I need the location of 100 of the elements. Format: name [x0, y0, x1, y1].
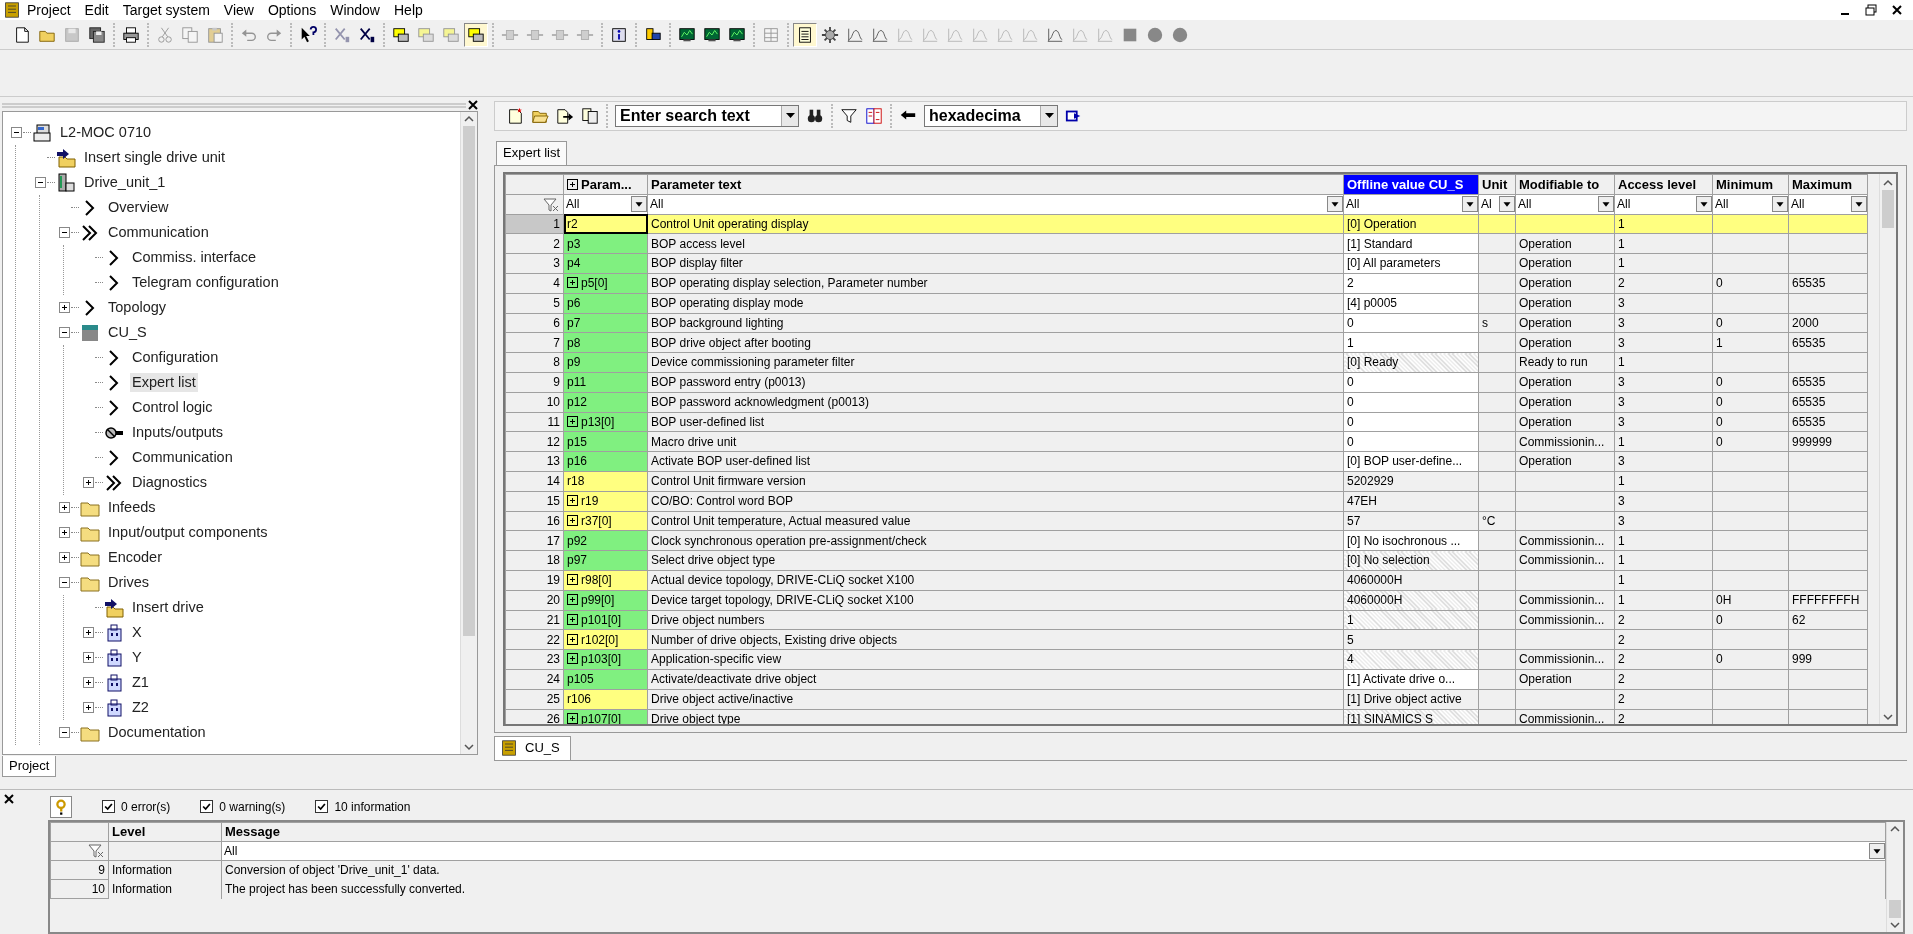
menu-item[interactable]: Edit — [77, 1, 116, 19]
collapse-icon[interactable] — [58, 327, 70, 338]
tree-item[interactable]: Configuration — [130, 347, 221, 368]
expand-icon[interactable] — [567, 633, 578, 645]
scrollbar-thumb[interactable] — [463, 126, 475, 636]
tree-item[interactable]: Topology — [106, 297, 169, 318]
collapse-icon[interactable] — [58, 577, 70, 588]
expand-icon[interactable] — [82, 702, 94, 713]
tree-item[interactable]: Inputs/outputs — [130, 422, 226, 443]
dropdown-icon[interactable] — [1851, 196, 1867, 213]
column-header[interactable]: Offline value CU_S — [1343, 174, 1479, 195]
tree-item[interactable]: X — [130, 622, 144, 643]
close-icon[interactable] — [468, 100, 478, 110]
menu-item[interactable]: Window — [323, 1, 387, 19]
expand-icon[interactable] — [567, 613, 578, 625]
expand-icon[interactable] — [567, 593, 578, 605]
expand-icon[interactable] — [567, 574, 578, 586]
filter-field[interactable]: All — [1615, 197, 1631, 212]
tree-item[interactable]: Documentation — [106, 722, 208, 743]
dropdown-icon[interactable] — [1772, 196, 1788, 213]
tree-item[interactable]: Encoder — [106, 547, 164, 568]
dropdown-icon[interactable] — [1327, 196, 1343, 213]
tree-item[interactable]: Overview — [106, 197, 171, 218]
menu-item[interactable]: Options — [260, 1, 324, 19]
tree-item[interactable]: Drives — [106, 572, 152, 593]
tab[interactable]: Expert list — [496, 141, 568, 165]
app-icon[interactable] — [4, 2, 20, 18]
expand-icon[interactable] — [567, 514, 578, 526]
close-icon[interactable] — [4, 794, 14, 804]
menu-item[interactable]: Project — [20, 1, 78, 19]
clear-filter-icon[interactable] — [87, 844, 105, 859]
expand-icon[interactable] — [567, 494, 578, 506]
expand-icon[interactable] — [82, 652, 94, 663]
dropdown-icon[interactable] — [1598, 196, 1614, 213]
list-icon[interactable] — [793, 22, 817, 47]
tree-item[interactable]: Control logic — [130, 397, 215, 418]
tree-item[interactable]: Y — [130, 647, 144, 668]
number-format-dropdown[interactable]: hexadecima — [924, 105, 1058, 127]
tree-item[interactable]: L2-MOC 0710 — [58, 122, 154, 143]
expand-icon[interactable] — [58, 502, 70, 513]
scrollbar-thumb[interactable] — [1882, 190, 1894, 228]
tree-item[interactable]: Diagnostics — [130, 472, 209, 493]
checkbox[interactable] — [200, 800, 214, 814]
collapse-icon[interactable] — [58, 727, 70, 738]
tree-item[interactable]: Insert single drive unit — [82, 147, 228, 168]
tree-item[interactable]: Drive_unit_1 — [82, 172, 168, 193]
tree-item[interactable]: Insert drive — [130, 597, 206, 618]
expand-icon[interactable] — [567, 277, 578, 289]
tree-item[interactable]: Communication — [106, 222, 211, 243]
close-icon[interactable] — [1891, 4, 1903, 16]
tree-item[interactable]: Communication — [130, 447, 235, 468]
expand-icon[interactable] — [82, 677, 94, 688]
column-header[interactable]: Message — [221, 822, 1886, 842]
restore-icon[interactable] — [1865, 4, 1877, 16]
tree-item[interactable]: Commiss. interface — [130, 247, 259, 268]
checkbox[interactable] — [102, 800, 115, 814]
collapse-icon[interactable] — [58, 227, 70, 238]
column-header[interactable]: Maximum — [1788, 174, 1868, 195]
filter-field[interactable]: All — [564, 197, 580, 212]
expand-icon[interactable] — [58, 527, 70, 538]
module-icon[interactable] — [464, 22, 488, 47]
collapse-icon[interactable] — [10, 127, 22, 138]
dropdown-icon[interactable] — [1044, 113, 1054, 119]
column-header[interactable]: Level — [108, 822, 222, 842]
expand-icon[interactable] — [82, 477, 94, 488]
column-header[interactable]: Parameter text — [647, 174, 1344, 195]
tab[interactable]: Project — [2, 756, 57, 777]
tree-item[interactable]: Z2 — [130, 697, 151, 718]
column-header[interactable]: Modifiable to — [1515, 174, 1615, 195]
expand-icon[interactable] — [567, 712, 578, 724]
filter-field[interactable]: All — [1344, 197, 1360, 212]
expand-icon[interactable] — [567, 178, 578, 190]
tree-item[interactable]: Telegram configuration — [130, 272, 281, 293]
tab[interactable]: CU_S — [494, 736, 571, 760]
clear-filter-icon[interactable] — [542, 197, 560, 212]
column-header[interactable]: Unit — [1478, 174, 1516, 195]
dropdown-icon[interactable] — [631, 196, 647, 213]
column-header[interactable]: Minimum — [1712, 174, 1789, 195]
menu-item[interactable]: View — [216, 1, 261, 19]
expand-icon[interactable] — [58, 552, 70, 563]
search-field[interactable]: Enter search text — [615, 105, 799, 127]
tree-item[interactable]: Z1 — [130, 672, 151, 693]
tree-item[interactable]: Input/output components — [106, 522, 270, 543]
tree-item[interactable]: CU_S — [106, 322, 149, 343]
column-header[interactable]: Access level — [1614, 174, 1713, 195]
parameter-cell[interactable]: r2 — [563, 214, 648, 234]
filter-field[interactable]: All — [1516, 197, 1532, 212]
expand-icon[interactable] — [58, 302, 70, 313]
scrollbar-thumb[interactable] — [1889, 900, 1901, 918]
help-icon[interactable] — [50, 796, 72, 818]
dropdown-icon[interactable] — [1462, 196, 1478, 213]
menu-item[interactable]: Target system — [115, 1, 217, 19]
dropdown-icon[interactable] — [1696, 196, 1712, 213]
tree-item[interactable]: Expert list — [130, 372, 198, 393]
checkbox[interactable] — [315, 800, 329, 814]
filter-field[interactable]: All — [648, 197, 664, 212]
expand-icon[interactable] — [567, 415, 578, 427]
dropdown-icon[interactable] — [1499, 196, 1515, 213]
filter-field[interactable]: All — [1713, 197, 1729, 212]
menu-item[interactable]: Help — [387, 1, 430, 19]
